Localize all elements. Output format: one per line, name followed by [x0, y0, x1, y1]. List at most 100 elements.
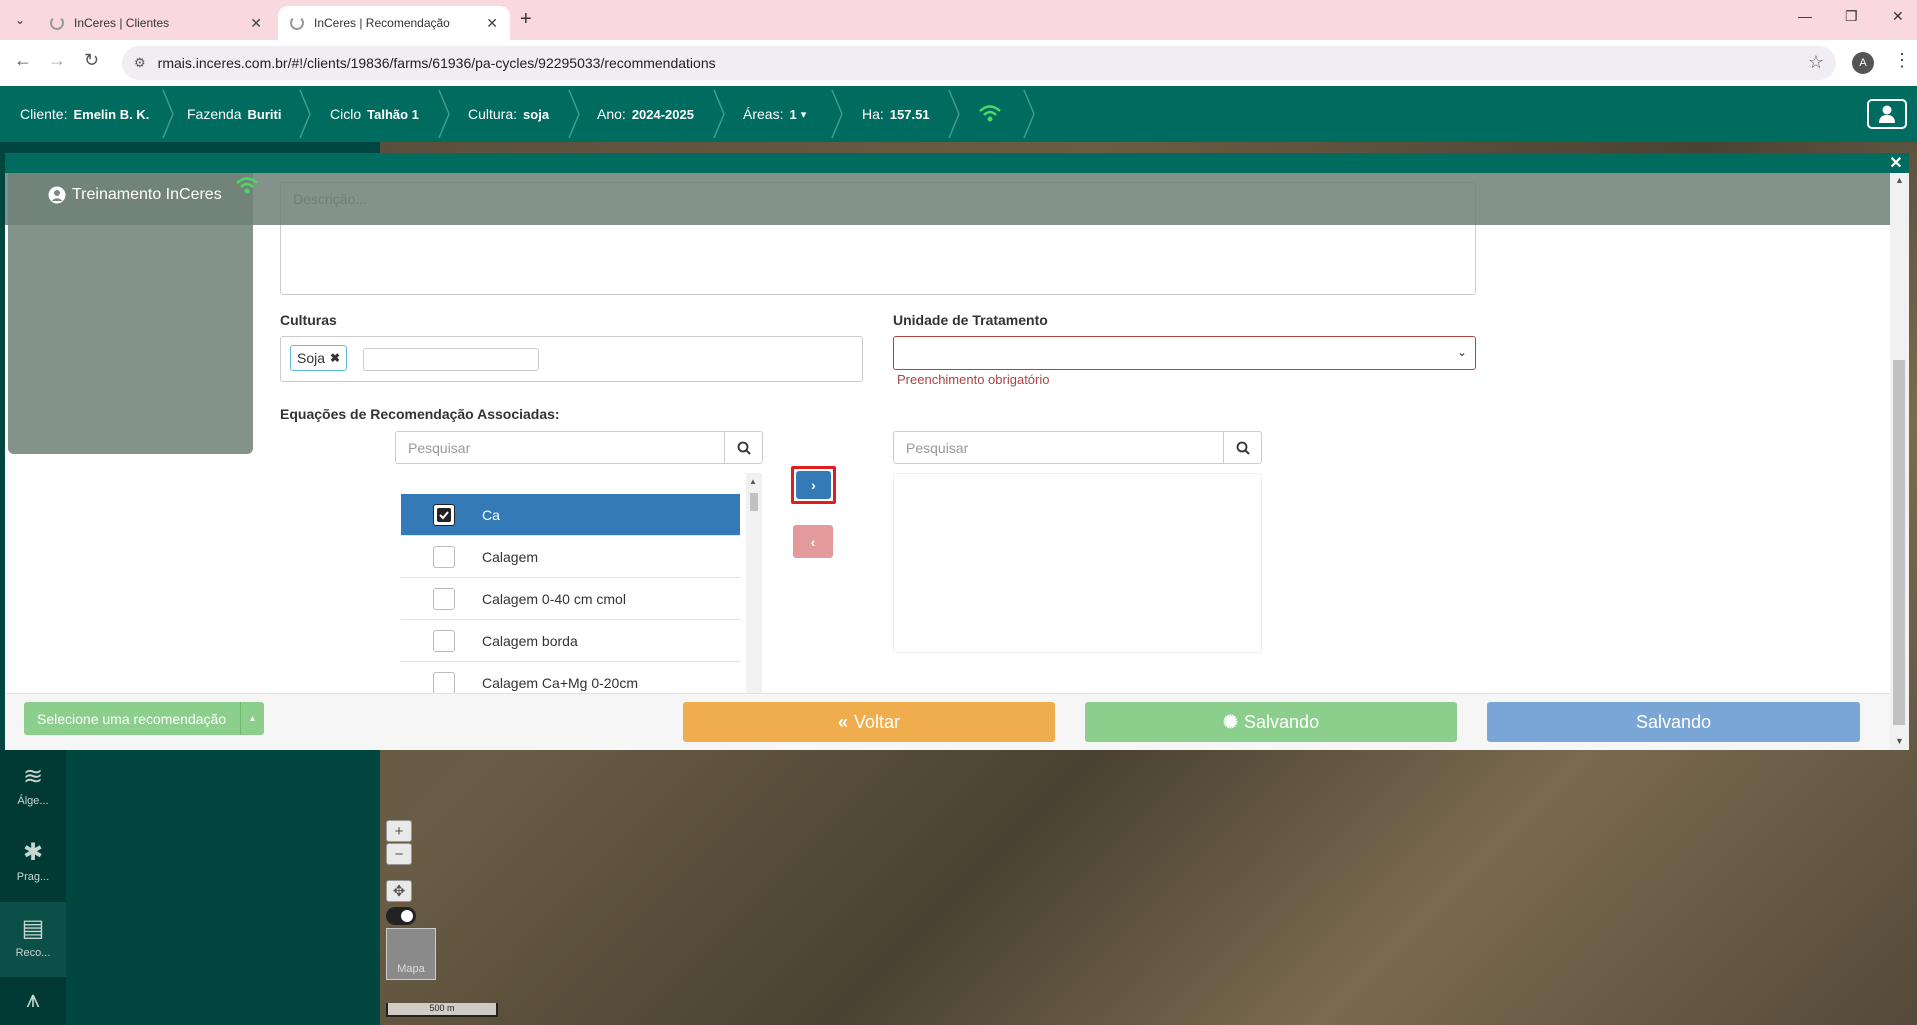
search-right-input[interactable]: Pesquisar	[894, 432, 1223, 463]
user-icon	[1879, 105, 1895, 123]
selected-equations-list	[893, 473, 1262, 653]
map-thumbnail[interactable]: Mapa	[386, 928, 436, 980]
scroll-up-icon[interactable]: ▲	[749, 477, 757, 486]
list-item[interactable]: Ca	[401, 494, 740, 536]
crumb-fazenda[interactable]: Fazenda Buriti	[187, 86, 281, 142]
crumb-value: Emelin B. K.	[73, 106, 150, 122]
bookmark-star-icon[interactable]: ☆	[1808, 52, 1824, 73]
loading-icon	[50, 16, 64, 30]
chevron-right-icon	[1022, 86, 1036, 142]
side-item-aplicacao[interactable]: ⩚	[0, 978, 66, 1025]
side-item-pragas[interactable]: ✱ Prag...	[0, 826, 66, 901]
checkbox[interactable]	[433, 629, 455, 652]
tab-clientes[interactable]: InCeres | Clientes ✕	[38, 6, 274, 40]
remove-tag-icon[interactable]: ✖	[330, 351, 340, 365]
move-left-button[interactable]: ‹	[793, 525, 833, 558]
crumb-cliente[interactable]: Cliente: Emelin B. K.	[20, 86, 149, 142]
modal-topbar	[5, 153, 1909, 173]
loading-icon	[290, 16, 304, 30]
salvar-button[interactable]: Salvando	[1487, 702, 1860, 742]
chevron-down-icon: ▾	[800, 108, 807, 121]
scroll-thumb[interactable]	[750, 493, 758, 511]
search-left-button[interactable]	[724, 432, 762, 463]
check-icon	[437, 507, 451, 522]
checkbox[interactable]	[433, 545, 455, 568]
crumb-ano[interactable]: Ano: 2024-2025	[597, 86, 694, 142]
wifi-icon	[235, 176, 259, 196]
zoom-in-button[interactable]: +	[386, 820, 412, 842]
address-bar: ← → ↻ ⚙ rmais.inceres.com.br/#!/clients/…	[0, 40, 1917, 86]
new-tab-button[interactable]: +	[520, 8, 532, 31]
crumb-value: 157.51	[889, 106, 930, 122]
url-text: rmais.inceres.com.br/#!/clients/19836/fa…	[157, 55, 716, 71]
close-icon[interactable]: ✕	[250, 15, 262, 32]
crumb-ha: Ha: 157.51	[862, 86, 930, 142]
scroll-down-icon[interactable]: ▼	[1895, 736, 1904, 746]
scale-label: 500 m	[429, 1003, 455, 1013]
pan-button[interactable]: ✥	[386, 880, 412, 902]
list-item[interactable]: Calagem borda	[401, 620, 740, 662]
caret-up-icon: ▲	[240, 702, 264, 735]
unidade-label: Unidade de Tratamento	[893, 312, 1048, 328]
profile-avatar[interactable]: A	[1852, 52, 1874, 74]
salvando-button[interactable]: ✺ Salvando	[1085, 702, 1457, 742]
voltar-button[interactable]: « Voltar	[683, 702, 1055, 742]
search-right-button[interactable]	[1223, 432, 1261, 463]
app-header: Cliente: Emelin B. K. Fazenda Buriti Cic…	[0, 86, 1917, 142]
close-window-icon[interactable]: ✕	[1892, 8, 1904, 25]
layer-toggle[interactable]	[386, 907, 416, 925]
crumb-cultura[interactable]: Cultura: soja	[468, 86, 549, 142]
forward-icon[interactable]: →	[48, 50, 66, 71]
select-recommendation-dropdown[interactable]: Selecione uma recomendação ▲	[24, 702, 264, 735]
chevron-right-icon	[567, 86, 581, 142]
list-item-label: Ca	[482, 506, 500, 523]
chevron-right-icon	[712, 86, 726, 142]
clipboard-icon: ▤	[21, 915, 45, 942]
side-item-label: Reco...	[15, 947, 51, 959]
close-icon[interactable]: ✕	[486, 15, 498, 32]
search-icon	[737, 441, 751, 455]
crumb-ciclo[interactable]: Ciclo Talhão 1	[330, 86, 419, 142]
chevron-right-icon: ›	[811, 477, 816, 493]
checkbox[interactable]	[433, 503, 455, 526]
minimize-icon[interactable]: —	[1798, 8, 1812, 24]
side-item-recomendacao[interactable]: ▤ Reco...	[0, 902, 66, 977]
menu-kebab-icon[interactable]: ⋮	[1893, 50, 1911, 71]
tag-soja: Soja ✖	[290, 345, 348, 371]
site-info-icon[interactable]: ⚙	[134, 55, 146, 71]
list-item[interactable]: Calagem 0-40 cm cmol	[401, 578, 740, 620]
unidade-select[interactable]: ⌄	[893, 336, 1476, 370]
crumb-areas[interactable]: Áreas: 1 ▾	[743, 86, 806, 142]
url-field[interactable]: ⚙ rmais.inceres.com.br/#!/clients/19836/…	[122, 46, 1836, 80]
checkbox[interactable]	[433, 587, 455, 610]
search-left: Pesquisar	[395, 431, 763, 464]
side-item-algebra[interactable]: ≋ Álge...	[0, 750, 66, 825]
list-item[interactable]: Calagem	[401, 536, 740, 578]
list-item[interactable]: Calagem Ca+Mg 0-20cm	[401, 662, 740, 693]
modal-close-button[interactable]: ✕	[1886, 153, 1906, 173]
tab-search-button[interactable]: ⌄	[8, 8, 32, 32]
chevron-left-icon: ‹	[810, 533, 816, 550]
move-right-button[interactable]: ›	[791, 466, 836, 504]
sprayer-icon: ⩚	[26, 986, 40, 1013]
crumb-label: Cliente:	[20, 106, 68, 122]
list-scrollbar[interactable]: ▲	[746, 473, 762, 693]
map-thumb-label: Mapa	[397, 963, 425, 975]
crumb-value: Talhão 1	[367, 106, 419, 122]
list-item-label: Calagem 0-40 cm cmol	[482, 590, 626, 607]
list-item-label: Calagem	[482, 548, 539, 565]
voltar-label: Voltar	[853, 711, 901, 732]
layers-icon: ≋	[22, 763, 44, 790]
search-left-input[interactable]: Pesquisar	[396, 432, 724, 463]
tab-recomendacao[interactable]: InCeres | Recomendação ✕	[278, 6, 510, 40]
culturas-input[interactable]	[363, 348, 539, 371]
checkbox[interactable]	[433, 671, 455, 693]
user-menu-button[interactable]	[1867, 99, 1907, 129]
zoom-out-button[interactable]: −	[386, 843, 412, 865]
back-icon[interactable]: ←	[14, 50, 32, 71]
scroll-up-icon[interactable]: ▲	[1895, 175, 1904, 185]
reload-icon[interactable]: ↻	[84, 50, 99, 71]
modal-scroll-thumb[interactable]	[1893, 360, 1905, 725]
restore-icon[interactable]: ❐	[1845, 8, 1858, 25]
modal-scrollbar[interactable]: ▲ ▼	[1890, 173, 1909, 750]
